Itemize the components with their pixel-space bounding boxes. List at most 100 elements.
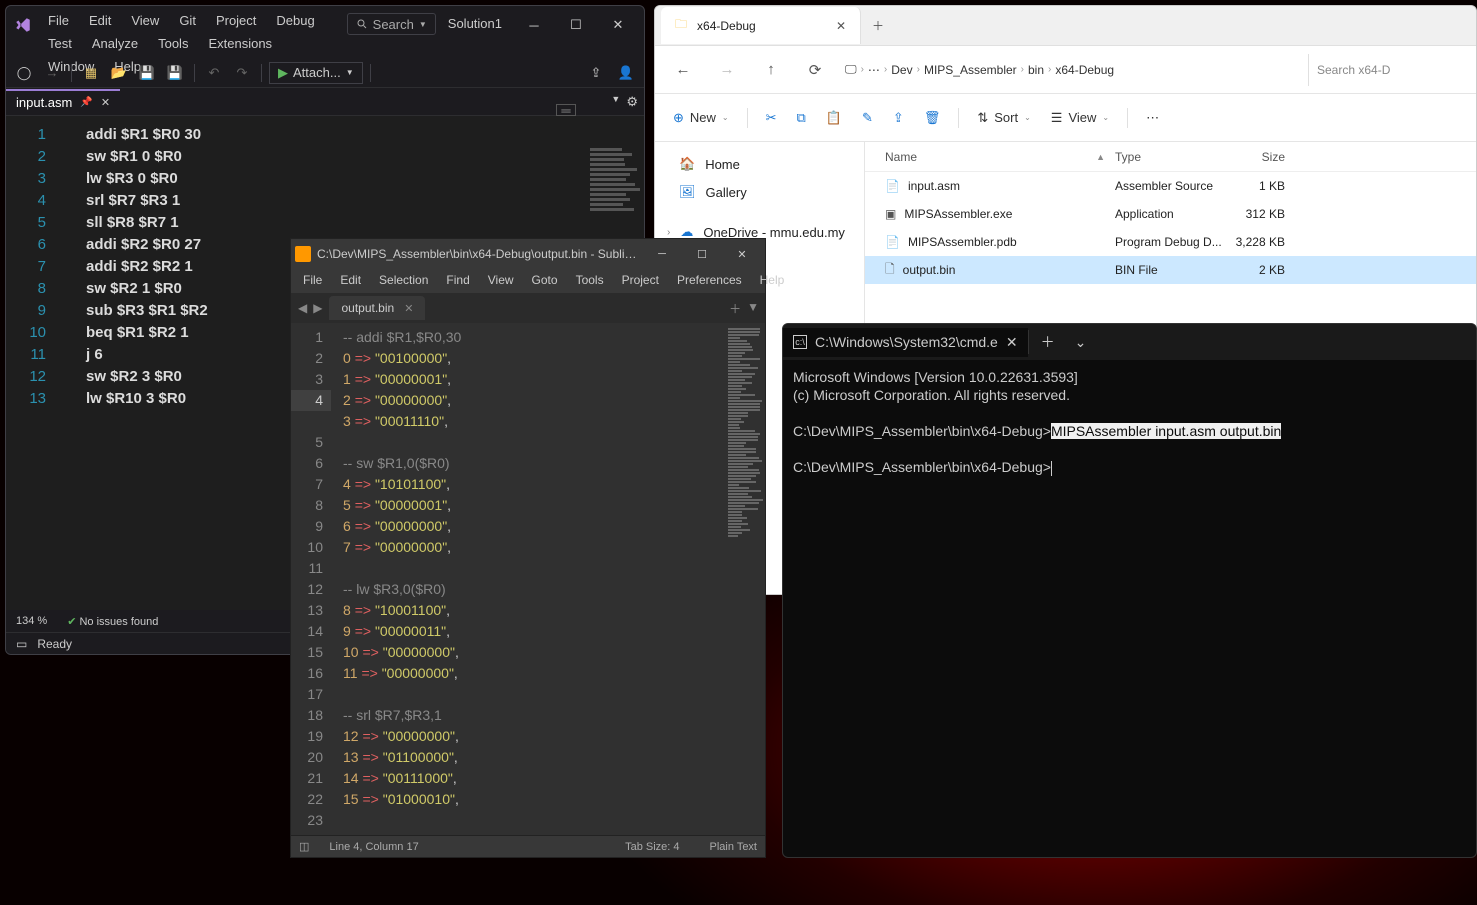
vs-menu-file[interactable]: File [40, 10, 77, 31]
nav-fwd-button[interactable]: → [40, 61, 64, 85]
new-project-button[interactable]: ▦ [79, 61, 103, 85]
vs-menu-project[interactable]: Project [208, 10, 264, 31]
tab-prev-icon[interactable]: ◀ [295, 301, 310, 315]
share-button[interactable]: ⇪ [885, 102, 912, 134]
vs-menu-extensions[interactable]: Extensions [200, 33, 280, 54]
terminal-body[interactable]: Microsoft Windows [Version 10.0.22631.35… [783, 360, 1476, 857]
tab-menu-icon[interactable]: ▼ [747, 300, 759, 317]
more-button[interactable]: ⋯ [1138, 102, 1167, 134]
breadcrumb[interactable]: 🖵 › ⋯ ›Dev›MIPS_Assembler›bin›x64-Debug [839, 54, 1304, 86]
vs-search-box[interactable]: Search ▼ [347, 13, 436, 35]
copy-button[interactable]: ⧉ [789, 102, 814, 134]
close-icon[interactable]: ✕ [101, 96, 110, 109]
tab-next-icon[interactable]: ▶ [310, 301, 325, 315]
view-button[interactable]: ☰ View ⌄ [1043, 102, 1117, 134]
close-icon[interactable]: ✕ [1006, 334, 1018, 351]
back-button[interactable]: ← [663, 52, 703, 88]
save-button[interactable]: 💾 [135, 61, 159, 85]
rename-button[interactable]: ✎ [854, 102, 881, 134]
live-share-button[interactable]: ⇪ [584, 61, 608, 85]
delete-button[interactable]: 🗑 [916, 102, 949, 134]
st-menu-preferences[interactable]: Preferences [669, 271, 750, 291]
vs-menu-test[interactable]: Test [40, 33, 80, 54]
st-menu-selection[interactable]: Selection [371, 271, 436, 291]
sidebar-item-home[interactable]: 🏠Home [655, 150, 864, 178]
close-button[interactable]: ✕ [598, 13, 638, 37]
vs-solution-name[interactable]: Solution1 [442, 13, 508, 34]
close-button[interactable]: ✕ [723, 242, 761, 266]
st-minimap[interactable] [725, 323, 765, 835]
col-type[interactable]: Type [1115, 142, 1225, 171]
undo-button[interactable]: ↶ [202, 61, 226, 85]
minimize-button[interactable]: ─ [514, 13, 554, 37]
split-handle-icon[interactable]: ═ [556, 104, 576, 116]
breadcrumb-dev[interactable]: Dev [891, 63, 912, 77]
col-name[interactable]: Name▲ [865, 142, 1115, 171]
breadcrumb-x64-debug[interactable]: x64-Debug [1055, 63, 1114, 77]
sort-button[interactable]: ⇅ Sort ⌄ [969, 102, 1038, 134]
breadcrumb-bin[interactable]: bin [1028, 63, 1044, 77]
new-tab-button[interactable]: ＋ [861, 17, 895, 34]
breadcrumb-overflow[interactable]: ⋯ [868, 63, 880, 77]
st-menu-goto[interactable]: Goto [524, 271, 566, 291]
fe-tab[interactable]: 🗀 x64-Debug ✕ [661, 7, 861, 44]
sidebar-item-gallery[interactable]: 🖼Gallery [655, 178, 864, 206]
pin-icon[interactable]: 📌 [80, 97, 92, 108]
vs-menu-debug[interactable]: Debug [268, 10, 322, 31]
file-row[interactable]: 📄MIPSAssembler.pdbProgram Debug D...3,22… [865, 228, 1476, 256]
redo-button[interactable]: ↷ [230, 61, 254, 85]
chevron-right-icon[interactable]: › [667, 227, 670, 238]
panel-icon[interactable]: ◫ [299, 840, 309, 853]
pc-icon[interactable]: 🖵 [845, 62, 857, 77]
cut-button[interactable]: ✂ [758, 102, 785, 134]
st-menu-find[interactable]: Find [438, 271, 477, 291]
vs-menu-edit[interactable]: Edit [81, 10, 119, 31]
tab-dropdown-icon[interactable]: ▼ [611, 94, 620, 110]
st-cursor-pos[interactable]: Line 4, Column 17 [329, 841, 418, 853]
minimize-button[interactable]: ─ [643, 242, 681, 266]
up-button[interactable]: ↑ [751, 52, 791, 88]
file-row[interactable]: ▣MIPSAssembler.exeApplication312 KB [865, 200, 1476, 228]
maximize-button[interactable]: ☐ [683, 242, 721, 266]
st-tab-size[interactable]: Tab Size: 4 [625, 841, 679, 853]
st-titlebar[interactable]: C:\Dev\MIPS_Assembler\bin\x64-Debug\outp… [291, 239, 765, 269]
st-menu-file[interactable]: File [295, 271, 330, 291]
zoom-level[interactable]: 134 % [16, 615, 47, 627]
st-menu-tools[interactable]: Tools [568, 271, 612, 291]
gear-icon[interactable]: ⚙ [626, 94, 638, 110]
forward-button[interactable]: → [707, 52, 747, 88]
close-icon[interactable]: ✕ [404, 302, 413, 315]
tab-menu-button[interactable]: ⌄ [1067, 334, 1095, 351]
tm-tab[interactable]: c:\ C:\Windows\System32\cmd.e ✕ [783, 328, 1028, 357]
account-button[interactable]: 👤 [614, 61, 638, 85]
st-menu-project[interactable]: Project [614, 271, 667, 291]
st-editor[interactable]: 1234567891011121314151617181920212223242… [291, 323, 765, 835]
issues-label[interactable]: No issues found [79, 616, 158, 628]
paste-button[interactable]: 📋 [818, 102, 850, 134]
vs-menu-git[interactable]: Git [171, 10, 204, 31]
vs-menu-analyze[interactable]: Analyze [84, 33, 146, 54]
st-menu-help[interactable]: Help [752, 271, 793, 291]
refresh-button[interactable]: ⟳ [795, 52, 835, 88]
open-file-button[interactable]: 📂 [107, 61, 131, 85]
breadcrumb-mips_assembler[interactable]: MIPS_Assembler [924, 63, 1017, 77]
new-tab-icon[interactable]: ＋ [729, 300, 741, 317]
st-editor-tab[interactable]: output.bin ✕ [329, 296, 425, 320]
vs-menu-view[interactable]: View [123, 10, 167, 31]
st-syntax[interactable]: Plain Text [710, 841, 758, 853]
close-icon[interactable]: ✕ [836, 19, 846, 33]
new-button[interactable]: ⊕New ⌄ [665, 102, 737, 134]
file-row[interactable]: 📄input.asmAssembler Source1 KB [865, 172, 1476, 200]
fe-search-box[interactable]: Search x64-D [1308, 54, 1468, 86]
col-size[interactable]: Size [1225, 142, 1295, 171]
st-menu-view[interactable]: View [480, 271, 522, 291]
st-code-area[interactable]: -- addi $R1,$R0,30 0 => "00100000", 1 =>… [331, 323, 725, 835]
vs-editor-tab[interactable]: input.asm 📌 ✕ [6, 89, 120, 114]
file-row[interactable]: 🗋output.binBIN File2 KB [865, 256, 1476, 284]
save-all-button[interactable]: 💾 [163, 61, 187, 85]
new-tab-button[interactable]: ＋ [1028, 330, 1067, 354]
vs-menu-tools[interactable]: Tools [150, 33, 196, 54]
st-menu-edit[interactable]: Edit [332, 271, 369, 291]
nav-back-button[interactable]: ◯ [12, 61, 36, 85]
maximize-button[interactable]: ☐ [556, 13, 596, 37]
